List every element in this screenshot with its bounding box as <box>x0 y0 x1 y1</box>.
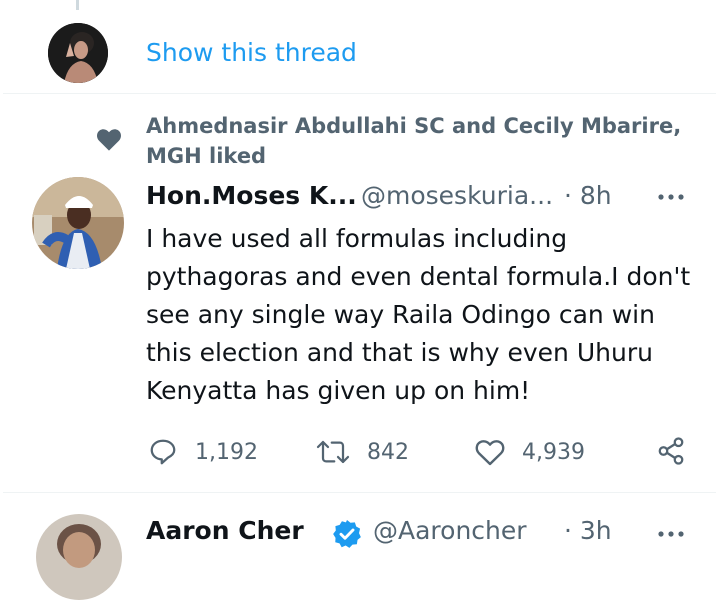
author-name[interactable]: Hon.Moses K... <box>146 181 357 210</box>
verified-icon <box>333 520 361 548</box>
reply-count: 1,192 <box>195 439 258 465</box>
more-icon[interactable] <box>656 187 686 207</box>
previous-author-avatar[interactable] <box>48 23 108 83</box>
share-icon[interactable] <box>655 436 687 466</box>
reply-button[interactable]: 1,192 <box>147 432 258 472</box>
next-author-handle[interactable]: @Aaroncher <box>373 516 527 545</box>
like-count: 4,939 <box>522 439 585 465</box>
tweet-timestamp[interactable]: · 8h <box>564 181 612 210</box>
divider <box>3 93 716 94</box>
thread-connector-line <box>76 0 79 10</box>
tweet-text: I have used all formulas including pytha… <box>146 224 691 405</box>
retweet-count: 842 <box>367 439 409 465</box>
like-button[interactable]: 4,939 <box>474 432 585 472</box>
show-thread-link[interactable]: Show this thread <box>146 38 357 67</box>
reply-icon <box>150 439 176 465</box>
like-icon <box>475 440 505 466</box>
author-avatar[interactable] <box>32 177 124 269</box>
retweet-button[interactable]: 842 <box>315 432 409 472</box>
divider <box>3 492 716 493</box>
tweet-header: Hon.Moses K... @moseskuria... · 8h <box>146 181 706 213</box>
next-author-name[interactable]: Aaron Cher <box>146 516 304 545</box>
retweet-icon <box>316 440 350 464</box>
social-context[interactable]: Ahmednasir Abdullahi SC and Cecily Mbari… <box>146 111 686 171</box>
author-handle[interactable]: @moseskuria... <box>361 181 553 210</box>
next-author-avatar[interactable] <box>36 514 122 600</box>
heart-icon <box>97 129 121 151</box>
next-tweet-timestamp[interactable]: · 3h <box>564 516 612 545</box>
next-more-icon[interactable] <box>656 524 686 544</box>
